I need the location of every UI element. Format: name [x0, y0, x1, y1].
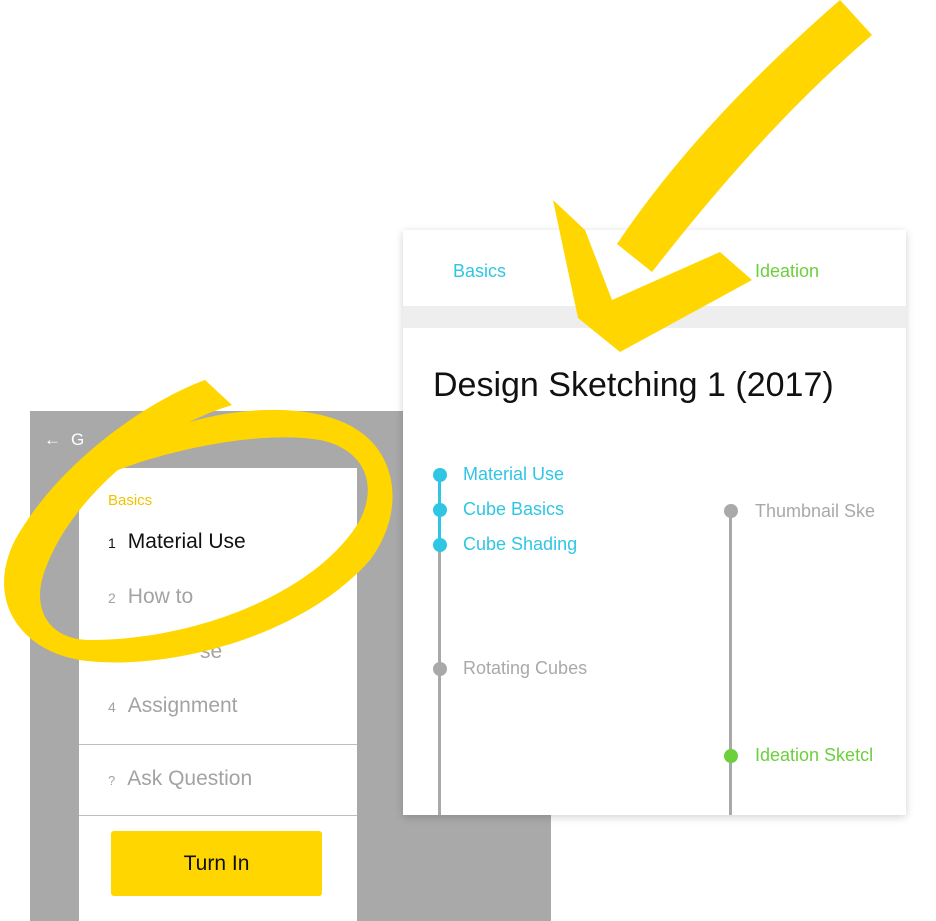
lesson-label: Material Use [127, 530, 246, 553]
turn-in-button[interactable]: Turn In [111, 831, 322, 896]
ideation-node-ideation-sketch[interactable]: Ideation Sketcl [755, 745, 873, 766]
section-label: Basics [108, 492, 153, 509]
timeline-area: Material Use Cube Basics Cube Shading Ro… [403, 230, 906, 815]
ideation-node-thumbnail[interactable]: Thumbnail Ske [755, 501, 875, 522]
node-dot[interactable] [724, 504, 738, 518]
ideation-track [729, 511, 732, 815]
phone-header[interactable]: ← G [44, 430, 84, 450]
ask-question-label: Ask Question [127, 767, 253, 790]
divider [79, 815, 357, 816]
basics-node-rotating-cubes[interactable]: Rotating Cubes [463, 658, 587, 679]
lesson-item-1[interactable]: 1 Material Use [108, 530, 246, 554]
lesson-item-2[interactable]: 2 How to [108, 585, 193, 609]
basics-node-cube-shading[interactable]: Cube Shading [463, 534, 577, 555]
lesson-label: How to [127, 585, 194, 608]
node-dot[interactable] [433, 503, 447, 517]
lesson-label: se [200, 640, 223, 663]
lesson-number: 1 [108, 535, 116, 551]
basics-node-material-use[interactable]: Material Use [463, 464, 564, 485]
lesson-number: 2 [108, 590, 116, 606]
basics-node-cube-basics[interactable]: Cube Basics [463, 499, 564, 520]
lesson-item-4[interactable]: 4 Assignment [108, 694, 238, 718]
divider [79, 744, 357, 745]
node-dot[interactable] [433, 538, 447, 552]
node-dot[interactable] [433, 662, 447, 676]
node-dot[interactable] [433, 468, 447, 482]
lesson-number: 4 [108, 699, 116, 715]
ask-question-link[interactable]: ? Ask Question [108, 767, 252, 791]
node-dot[interactable] [724, 749, 738, 763]
header-title: G [71, 430, 85, 449]
lesson-label: Assignment [127, 694, 238, 717]
back-arrow-icon[interactable]: ← [44, 430, 61, 450]
question-icon: ? [108, 773, 116, 788]
lesson-item-3[interactable]: se [200, 640, 222, 664]
